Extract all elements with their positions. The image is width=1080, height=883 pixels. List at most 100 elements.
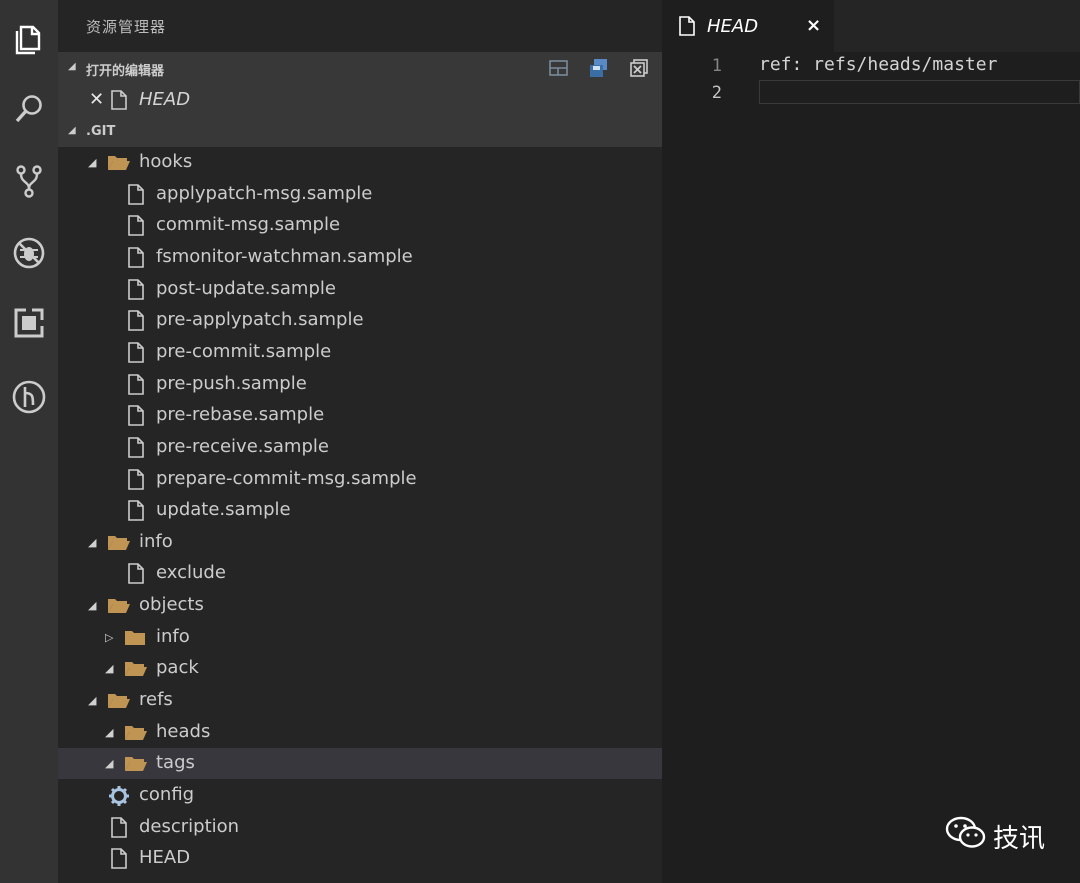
expanded-triangle-icon[interactable]: ◢	[88, 536, 96, 549]
tree-file[interactable]: fsmonitor-watchman.sample	[58, 242, 662, 273]
tree-item-label: update.sample	[156, 499, 291, 521]
extensions-icon[interactable]	[4, 298, 54, 348]
tree-item-label: hooks	[139, 151, 193, 172]
tab-bar: HEAD ×	[662, 0, 1080, 52]
tree-item-label: pre-receive.sample	[156, 435, 329, 457]
tree-file[interactable]: config	[58, 780, 662, 811]
tree-item-label: pack	[156, 657, 199, 679]
open-editors-header[interactable]: ◢ 打开的编辑器	[58, 52, 662, 84]
tree-item-label: pre-rebase.sample	[156, 404, 325, 426]
expanded-triangle-icon[interactable]: ◢	[105, 757, 113, 770]
expanded-triangle-icon[interactable]: ◢	[105, 662, 113, 675]
folder-header[interactable]: ◢ .GIT	[58, 116, 662, 147]
activity-bar	[0, 0, 58, 883]
open-editor-name: HEAD	[139, 89, 191, 110]
watermark-text: 技讯	[993, 824, 1046, 854]
watermark: 技讯	[945, 815, 1045, 858]
file-icon	[127, 247, 145, 273]
save-all-icon[interactable]	[588, 58, 610, 82]
file-icon	[127, 468, 145, 495]
tree-item-label: tags	[156, 752, 195, 774]
tree-folder[interactable]: ◢ tags	[58, 748, 662, 780]
expanded-triangle-icon[interactable]: ◢	[88, 599, 96, 612]
file-icon	[127, 373, 145, 400]
folder-open-icon	[107, 532, 131, 557]
tree-item-label: commit-msg.sample	[156, 214, 341, 236]
tree-folder[interactable]: ▷ info	[58, 622, 662, 653]
file-icon	[127, 563, 145, 589]
folder-icon	[124, 627, 146, 652]
file-icon	[127, 342, 145, 368]
file-icon	[110, 848, 128, 874]
tree-item-label: pre-commit.sample	[156, 340, 332, 362]
expanded-triangle-icon[interactable]: ◢	[105, 726, 113, 739]
tree-item-label: info	[139, 530, 173, 552]
tree-item-label: objects	[139, 594, 204, 616]
folder-open-icon	[124, 722, 148, 747]
tree-file[interactable]: pre-rebase.sample	[58, 400, 662, 431]
file-icon	[127, 183, 145, 210]
file-icon	[127, 278, 145, 305]
tree-file[interactable]: pre-receive.sample	[58, 432, 662, 463]
tree-item-label: HEAD	[139, 847, 191, 869]
wechat-icon	[945, 815, 987, 858]
tree-folder[interactable]: ◢ pack	[58, 653, 662, 684]
debug-icon[interactable]	[4, 228, 54, 278]
current-line-highlight[interactable]	[759, 80, 1080, 104]
toggle-layout-icon[interactable]	[548, 58, 570, 82]
tab-label: HEAD	[707, 16, 759, 37]
tree-item-label: info	[156, 625, 190, 647]
open-editors-label: 打开的编辑器	[86, 64, 165, 79]
tree-folder[interactable]: ◢ info	[58, 527, 662, 558]
tree-file[interactable]: description	[58, 812, 662, 843]
tree-file[interactable]: commit-msg.sample	[58, 210, 662, 241]
tab-close-icon[interactable]: ×	[806, 15, 821, 36]
folder-open-icon	[107, 690, 131, 715]
file-icon	[127, 405, 145, 431]
tree-folder[interactable]: ◢ hooks	[58, 147, 662, 178]
git-graph-icon[interactable]	[4, 372, 54, 422]
tree-item-label: description	[139, 815, 240, 837]
explorer-sidebar: 资源管理器 ◢ 打开的编辑器 ✕ HEAD ◢ .GIT ◢ hooks apply…	[58, 0, 662, 883]
line-number: 1	[711, 56, 722, 76]
tree-file[interactable]: HEAD	[58, 843, 662, 874]
source-control-icon[interactable]	[4, 156, 54, 206]
collapsed-triangle-icon[interactable]: ▷	[105, 631, 113, 644]
tree-folder[interactable]: ◢ heads	[58, 717, 662, 748]
tree-file[interactable]: exclude	[58, 558, 662, 589]
tree-file[interactable]: post-update.sample	[58, 274, 662, 305]
tab-head[interactable]: HEAD ×	[662, 0, 834, 52]
tree-file[interactable]: prepare-commit-msg.sample	[58, 464, 662, 495]
file-icon	[127, 500, 145, 526]
file-icon	[678, 16, 696, 40]
tree-file[interactable]: pre-applypatch.sample	[58, 305, 662, 336]
open-editor-item[interactable]: ✕ HEAD	[58, 84, 662, 116]
tree-file[interactable]: pre-commit.sample	[58, 337, 662, 368]
tree-item-label: pre-push.sample	[156, 372, 307, 394]
tree-item-label: config	[139, 784, 195, 805]
tree-folder[interactable]: ◢ refs	[58, 685, 662, 716]
tree-file[interactable]: update.sample	[58, 495, 662, 526]
files-icon[interactable]	[4, 14, 54, 64]
tree-file[interactable]: pre-push.sample	[58, 369, 662, 400]
line-number: 2	[711, 83, 722, 103]
expanded-triangle-icon[interactable]: ◢	[88, 694, 96, 707]
file-icon	[110, 816, 128, 843]
gear-icon	[108, 785, 130, 812]
expanded-triangle-icon[interactable]: ◢	[88, 156, 96, 169]
folder-label: .GIT	[86, 124, 116, 139]
folder-open-icon	[124, 753, 148, 778]
code-line[interactable]: ref: refs/heads/master	[759, 54, 997, 75]
tree-item-label: refs	[139, 689, 173, 711]
close-icon[interactable]: ✕	[89, 89, 104, 110]
close-all-icon[interactable]	[628, 58, 650, 82]
tree-folder[interactable]: ◢ objects	[58, 590, 662, 621]
file-icon	[110, 90, 128, 114]
file-icon	[127, 437, 145, 463]
search-icon[interactable]	[4, 84, 54, 134]
tree-file[interactable]: applypatch-msg.sample	[58, 179, 662, 210]
folder-open-icon	[124, 658, 148, 683]
file-icon	[127, 215, 145, 241]
tree-item-label: pre-applypatch.sample	[156, 309, 364, 331]
tree-item-label: applypatch-msg.sample	[156, 182, 373, 204]
